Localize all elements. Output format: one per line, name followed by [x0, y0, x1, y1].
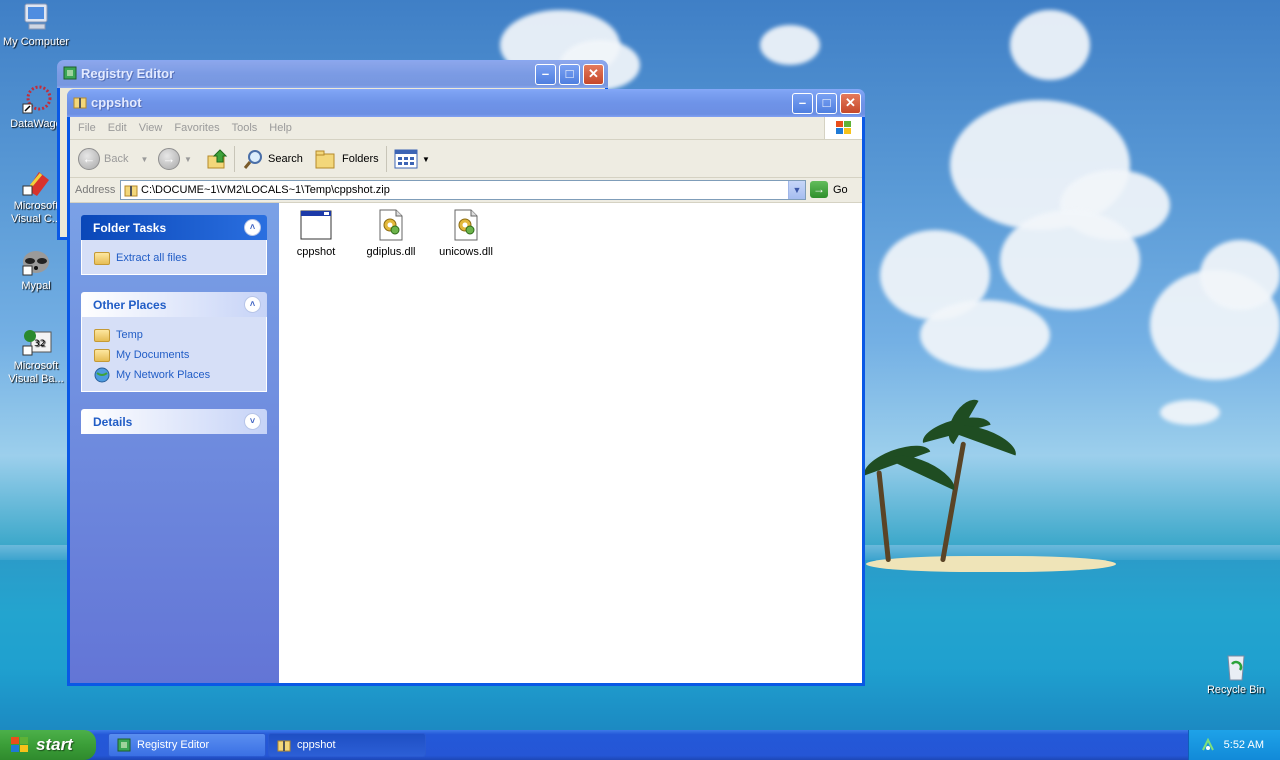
- registry-editor-titlebar[interactable]: Registry Editor – □ ✕: [57, 60, 608, 88]
- views-grid-icon: [394, 149, 418, 169]
- views-dropdown-icon: ▼: [422, 154, 430, 164]
- windows-flag-icon: [11, 737, 28, 752]
- go-button[interactable]: → Go: [810, 181, 848, 198]
- menu-favorites[interactable]: Favorites: [168, 117, 225, 134]
- folders-icon: [315, 150, 335, 169]
- folder-tasks-body: Extract all files: [81, 240, 267, 275]
- system-tray: 5:52 AM: [1188, 730, 1280, 760]
- folder-icon: [94, 328, 110, 342]
- recycle-bin-icon: [1219, 650, 1253, 682]
- collapse-chevron-icon[interactable]: ˄: [244, 219, 261, 236]
- zip-folder-icon: [124, 185, 138, 197]
- registry-editor-title: Registry Editor: [81, 66, 175, 81]
- taskbar-item-cppshot[interactable]: cppshot: [268, 733, 426, 757]
- address-label: Address: [75, 184, 116, 196]
- address-bar: Address C:\DOCUME~1\VM2\LOCALS~1\Temp\cp…: [70, 178, 862, 203]
- views-button[interactable]: ▼: [394, 148, 430, 170]
- details-panel: Details ˅: [81, 409, 267, 434]
- file-item-gdiplus-dll[interactable]: gdiplus.dll: [356, 209, 426, 258]
- forward-arrow-icon: →: [158, 148, 180, 170]
- maximize-button[interactable]: □: [559, 64, 580, 85]
- minimize-button[interactable]: –: [792, 93, 813, 114]
- close-button[interactable]: ✕: [840, 93, 861, 114]
- address-dropdown-button[interactable]: ▼: [788, 181, 805, 199]
- file-item-unicows-dll[interactable]: unicows.dll: [431, 209, 501, 258]
- explorer-title: cppshot: [91, 95, 142, 110]
- toolbar-separator: [386, 146, 387, 172]
- folder-tasks-panel: Folder Tasks ˄ Extract all files: [81, 215, 267, 275]
- back-arrow-icon: ←: [78, 148, 100, 170]
- address-input[interactable]: C:\DOCUME~1\VM2\LOCALS~1\Temp\cppshot.zi…: [120, 180, 806, 200]
- desktop-icon-mypal[interactable]: Mypal: [0, 246, 72, 293]
- dll-gear-icon: [375, 209, 407, 241]
- file-item-cppshot[interactable]: cppshot: [281, 209, 351, 258]
- visual-cpp-icon: [19, 166, 53, 198]
- explorer-window[interactable]: cppshot – □ ✕ File Edit View Favorites Tools…: [67, 89, 865, 686]
- menu-bar: File Edit View Favorites Tools Help: [70, 117, 862, 140]
- minimize-button[interactable]: –: [535, 64, 556, 85]
- datawago-icon: [19, 84, 53, 116]
- visual-basic-icon: 32: [19, 326, 53, 358]
- extract-icon: [94, 251, 110, 265]
- menu-view[interactable]: View: [133, 117, 169, 134]
- details-header[interactable]: Details ˅: [81, 409, 267, 434]
- other-places-body: Temp My Documents My Network Places: [81, 317, 267, 392]
- maximize-button[interactable]: □: [816, 93, 837, 114]
- menu-edit[interactable]: Edit: [102, 117, 133, 134]
- my-documents-icon: [94, 348, 110, 362]
- forward-button[interactable]: → ▼: [158, 148, 192, 170]
- registry-icon: [117, 738, 131, 752]
- network-globe-icon: [94, 367, 110, 383]
- search-icon: [243, 150, 262, 169]
- toolbar-separator: [234, 146, 235, 172]
- forward-dropdown-icon[interactable]: ▼: [184, 155, 192, 164]
- back-dropdown-icon[interactable]: ▼: [140, 155, 148, 164]
- task-pane: Folder Tasks ˄ Extract all files Other P…: [70, 203, 279, 683]
- menu-help[interactable]: Help: [263, 117, 298, 134]
- windows-logo-icon: [824, 117, 862, 139]
- zip-folder-icon: [277, 740, 291, 752]
- registry-icon: [63, 66, 77, 80]
- zip-folder-icon: [73, 95, 87, 109]
- other-places-temp-link[interactable]: Temp: [94, 325, 266, 345]
- other-places-my-documents-link[interactable]: My Documents: [94, 345, 266, 365]
- dll-gear-icon: [450, 209, 482, 241]
- up-folder-icon: [207, 149, 228, 169]
- taskbar-item-registry-editor[interactable]: Registry Editor: [108, 733, 266, 757]
- start-button[interactable]: start: [0, 730, 96, 760]
- desktop-icon-recycle-bin[interactable]: Recycle Bin: [1200, 650, 1272, 697]
- collapse-chevron-icon[interactable]: ˄: [244, 296, 261, 313]
- raccoon-icon: [19, 246, 53, 278]
- close-button[interactable]: ✕: [583, 64, 604, 85]
- other-places-network-link[interactable]: My Network Places: [94, 365, 266, 385]
- desktop-icon-my-computer[interactable]: My Computer: [0, 2, 72, 49]
- standard-toolbar: ← Back ▼ → ▼ Search Folders ▼: [70, 140, 862, 178]
- explorer-titlebar[interactable]: cppshot – □ ✕: [67, 89, 865, 117]
- computer-icon: [19, 2, 53, 34]
- up-folder-button[interactable]: [206, 148, 228, 170]
- extract-all-files-link[interactable]: Extract all files: [94, 248, 266, 268]
- svg-text:32: 32: [34, 339, 45, 349]
- folders-button[interactable]: Folders: [314, 148, 379, 170]
- tray-network-icon[interactable]: [1200, 737, 1216, 753]
- other-places-panel: Other Places ˄ Temp My Documents My Netw…: [81, 292, 267, 392]
- taskbar: start Registry Editor cppshot 5:52 AM: [0, 730, 1280, 760]
- folder-tasks-header[interactable]: Folder Tasks ˄: [81, 215, 267, 240]
- other-places-header[interactable]: Other Places ˄: [81, 292, 267, 317]
- menu-file[interactable]: File: [70, 117, 102, 134]
- expand-chevron-icon[interactable]: ˅: [244, 413, 261, 430]
- file-list-view[interactable]: cppshot gdiplus.dll unicows.dll: [279, 203, 862, 683]
- search-button[interactable]: Search: [242, 148, 303, 170]
- back-button[interactable]: ← Back ▼: [78, 148, 148, 170]
- application-window-icon: [300, 209, 332, 241]
- desktop-icon-microsoft-visual-basic[interactable]: 32 Microsoft Visual Ba...: [0, 326, 72, 386]
- menu-tools[interactable]: Tools: [226, 117, 264, 134]
- go-arrow-icon: →: [810, 181, 828, 198]
- clock: 5:52 AM: [1223, 739, 1264, 751]
